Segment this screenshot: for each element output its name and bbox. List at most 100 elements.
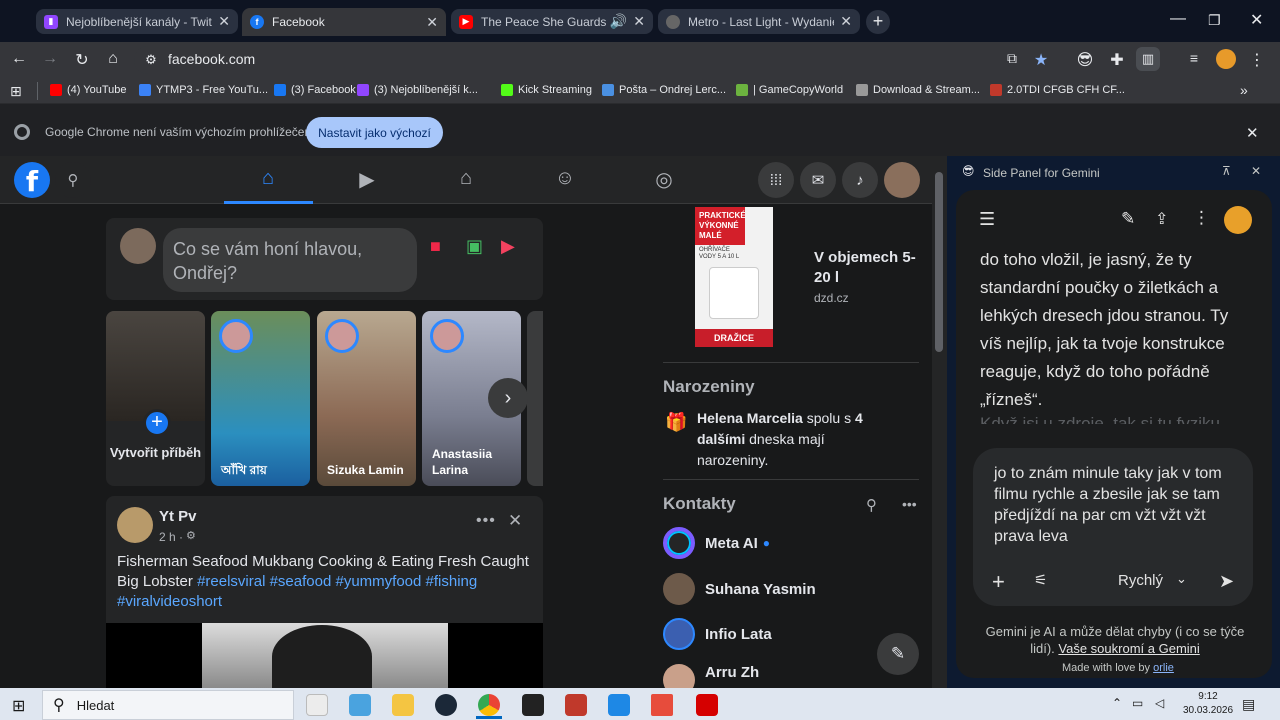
stories-next-button[interactable]: › — [488, 378, 528, 418]
window-close-icon[interactable]: ✕ — [1250, 10, 1263, 30]
share-icon[interactable]: ⇪ — [1155, 209, 1168, 229]
game-app-icon[interactable] — [696, 694, 718, 716]
birthday-text[interactable]: Helena Marcelia spolu s 4 dalšími dneska… — [697, 408, 877, 471]
folder-icon[interactable] — [392, 694, 414, 716]
gemini-more-icon[interactable]: ⋮ — [1193, 208, 1210, 228]
add-story-icon[interactable]: + — [143, 409, 171, 437]
bookmark-item[interactable]: Kick Streaming — [501, 84, 592, 96]
infobar-close-icon[interactable]: ✕ — [1246, 124, 1259, 142]
profile-avatar[interactable] — [1216, 49, 1236, 69]
messenger-icon[interactable]: ✉ — [800, 162, 836, 198]
story-create[interactable]: + Vytvořit příběh — [106, 311, 205, 486]
panel-close-icon[interactable]: ✕ — [1251, 164, 1261, 178]
bookmark-item[interactable]: (4) YouTube — [50, 84, 127, 96]
menu-grid-icon[interactable]: ⁞⁞⁞ — [758, 162, 794, 198]
back-icon[interactable]: ← — [9, 50, 29, 68]
close-icon[interactable]: ✕ — [426, 14, 438, 31]
extension-emoji-icon[interactable]: 😎 — [1075, 50, 1095, 70]
taskbar-clock[interactable]: 9:12 30.03.2026 — [1178, 690, 1238, 718]
more-options-icon[interactable]: ••• — [476, 512, 496, 530]
ad-image[interactable]: PRAKTICKÉ VÝKONNÉ MALÉ OHŘÍVAČE VODY 5 A… — [695, 207, 773, 347]
install-app-icon[interactable]: ⧉ — [1002, 50, 1022, 67]
bookmark-item[interactable]: Pošta – Ondrej Lerc... — [602, 84, 726, 96]
story-card[interactable]: আঁখি রায় — [211, 311, 310, 486]
new-message-icon[interactable]: ✎ — [877, 633, 919, 675]
app-red-icon[interactable] — [565, 694, 587, 716]
apps-grid-icon[interactable]: ⊞ — [10, 83, 22, 100]
notification-center-icon[interactable]: ▤ — [1242, 696, 1255, 713]
scrollbar-thumb[interactable] — [935, 172, 943, 352]
tab-youtube[interactable]: ▶ The Peace She Guards | Am 🔊 ✕ — [451, 9, 653, 34]
speaker-icon[interactable]: 🔊 — [610, 13, 627, 30]
bookmark-item[interactable]: | GameCopyWorld — [736, 84, 843, 96]
bookmark-item[interactable]: YTMP3 - Free YouTu... — [139, 84, 268, 96]
contact-item[interactable]: Suhana Yasmin — [663, 573, 816, 605]
close-icon[interactable]: ✕ — [633, 13, 645, 30]
volume-icon[interactable]: ◁ — [1155, 696, 1164, 710]
tab-twitch[interactable]: ▮ Nejoblíbenější kanály - Twitch ✕ — [36, 9, 238, 34]
home-icon[interactable]: ⌂ — [103, 50, 123, 68]
app-triangle-icon[interactable] — [522, 694, 544, 716]
menu-kebab-icon[interactable]: ⋮ — [1247, 50, 1267, 70]
chrome-taskbar-icon[interactable] — [478, 694, 500, 716]
marketplace-nav-icon[interactable]: ⌂ — [454, 167, 478, 191]
pin-icon[interactable]: ⊼ — [1222, 164, 1231, 178]
network-icon[interactable]: ▭ — [1132, 696, 1143, 710]
url-text[interactable]: facebook.com — [168, 51, 255, 67]
photo-icon[interactable]: ▣ — [466, 236, 483, 257]
new-chat-icon[interactable]: ✎ — [1121, 209, 1135, 229]
address-bar[interactable] — [134, 46, 1134, 74]
notifications-icon[interactable]: ♪ — [842, 162, 878, 198]
forward-icon[interactable]: → — [40, 50, 60, 68]
set-default-button[interactable]: Nastavit jako výchozí — [306, 117, 443, 148]
bookmark-item[interactable]: 2.0TDI CFGB CFH CF... — [990, 84, 1125, 96]
live-video-icon[interactable]: ■ — [430, 236, 441, 257]
contacts-more-icon[interactable]: ••• — [902, 496, 917, 512]
add-attachment-icon[interactable]: + — [992, 569, 1005, 595]
facebook-logo[interactable]: f — [14, 162, 50, 198]
tab-facebook[interactable]: f Facebook ✕ — [242, 8, 446, 36]
bookmarks-overflow-icon[interactable]: » — [1240, 82, 1248, 98]
close-icon[interactable]: ✕ — [840, 13, 852, 30]
ad-title[interactable]: V objemech 5-20 l — [814, 248, 924, 288]
contacts-search-icon[interactable]: ⚲ — [866, 496, 877, 514]
model-selector[interactable]: Rychlý — [1118, 572, 1163, 589]
post-author[interactable]: Yt Pv — [159, 508, 197, 525]
privacy-link[interactable]: Vaše soukromí a Gemini — [1058, 641, 1199, 656]
reel-icon[interactable]: ▶ — [501, 236, 515, 257]
hide-post-icon[interactable]: ✕ — [508, 511, 522, 531]
contact-item[interactable]: Infio Lata — [663, 618, 772, 650]
reload-icon[interactable]: ↻ — [72, 50, 92, 70]
site-info-icon[interactable]: ⚙ — [141, 52, 161, 68]
chevron-down-icon[interactable]: ⌄ — [1176, 571, 1187, 587]
new-tab-button[interactable]: + — [866, 10, 890, 34]
minimize-icon[interactable]: — — [1170, 10, 1186, 28]
bookmark-item[interactable]: Download & Stream... — [856, 84, 980, 96]
groups-nav-icon[interactable]: ☺ — [553, 167, 577, 191]
send-icon[interactable]: ➤ — [1219, 571, 1234, 592]
taskbar-search[interactable]: ⚲ Hledat — [42, 690, 294, 720]
remote-app-icon[interactable] — [608, 694, 630, 716]
ad-domain[interactable]: dzd.cz — [814, 291, 849, 305]
side-panel-icon[interactable]: ▥ — [1136, 47, 1160, 71]
contact-meta-ai[interactable]: Meta AI ● — [663, 527, 770, 559]
tray-chevron-icon[interactable]: ⌃ — [1112, 696, 1122, 710]
post-author-avatar[interactable] — [117, 507, 153, 543]
media-control-icon[interactable]: ≡ — [1184, 50, 1204, 66]
gaming-nav-icon[interactable]: ◎ — [652, 167, 676, 191]
bookmark-star-icon[interactable]: ★ — [1031, 50, 1051, 70]
close-icon[interactable]: ✕ — [218, 13, 230, 30]
home-nav-icon[interactable]: ⌂ — [256, 167, 280, 191]
extensions-icon[interactable]: ✚ — [1107, 50, 1127, 70]
author-link[interactable]: orlie — [1153, 662, 1174, 674]
tab-metro[interactable]: Metro - Last Light - Wydanie K ✕ — [658, 9, 860, 34]
bookmark-item[interactable]: (3) Nejoblíbenější k... — [357, 84, 478, 96]
account-avatar[interactable] — [884, 162, 920, 198]
photos-app-icon[interactable] — [349, 694, 371, 716]
file-explorer-icon[interactable] — [306, 694, 328, 716]
restore-icon[interactable]: ❐ — [1208, 12, 1221, 29]
search-icon[interactable]: ⚲ — [55, 162, 91, 198]
bookmark-item[interactable]: (3) Facebook — [274, 84, 356, 96]
contact-item[interactable]: Arru Zh — [663, 664, 759, 688]
gemini-user-avatar[interactable] — [1224, 206, 1252, 234]
